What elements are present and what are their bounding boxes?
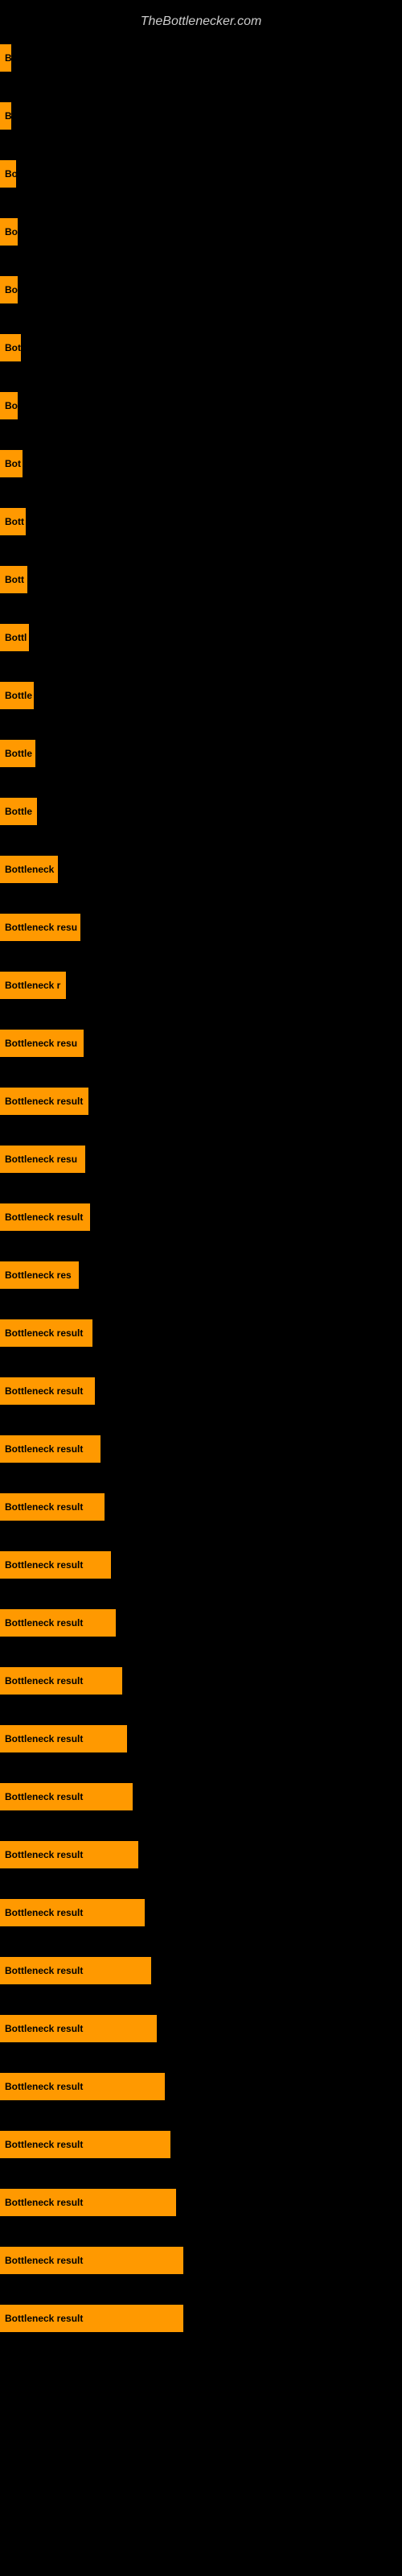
bar-label: Bottleneck result <box>0 1493 105 1521</box>
bar-row: Bottleneck resu <box>0 1142 402 1176</box>
bar-row: Bottleneck result <box>0 1432 402 1466</box>
bar-label: Bottl <box>0 624 29 651</box>
bar-row: Bottl <box>0 621 402 654</box>
bar-label: Bot <box>0 334 21 361</box>
bar-label: Bottleneck result <box>0 1783 133 1810</box>
bar-row: Bottle <box>0 795 402 828</box>
bar-row: Bottleneck result <box>0 2070 402 2103</box>
bar-label: Bottleneck result <box>0 2131 170 2158</box>
bars-container: B B Bo Bo Bo Bot Bo Bot Bott Bott Bottl Bottle Bottl… <box>0 41 402 2335</box>
bar-label: Bottleneck result <box>0 2073 165 2100</box>
bar-row: Bottleneck result <box>0 1722 402 1756</box>
bar-label: Bo <box>0 392 18 419</box>
bar-row: Bottleneck result <box>0 1490 402 1524</box>
bar-label: B <box>0 44 11 72</box>
bar-row: Bo <box>0 215 402 249</box>
bar-row: Bottleneck resu <box>0 1026 402 1060</box>
bar-row: Bottleneck result <box>0 1606 402 1640</box>
bar-label: Bottle <box>0 740 35 767</box>
bar-row: Bottleneck result <box>0 2244 402 2277</box>
bar-row: Bottleneck result <box>0 1838 402 1872</box>
bar-label: Bo <box>0 276 18 303</box>
bar-row: Bottleneck result <box>0 1954 402 1988</box>
bar-label: Bottleneck result <box>0 1841 138 1868</box>
bar-label: Bottleneck result <box>0 1435 100 1463</box>
bar-label: Bottleneck <box>0 856 58 883</box>
bar-label: Bottleneck result <box>0 1667 122 1695</box>
bar-row: Bottleneck <box>0 852 402 886</box>
bar-label: Bottleneck result <box>0 1551 111 1579</box>
bar-row: Bottleneck result <box>0 2186 402 2219</box>
bar-label: Bott <box>0 508 26 535</box>
bar-row: Bo <box>0 389 402 423</box>
bar-label: Bottleneck result <box>0 2247 183 2274</box>
bar-row: Bott <box>0 563 402 597</box>
bar-label: Bottleneck r <box>0 972 66 999</box>
bar-row: Bottleneck result <box>0 1316 402 1350</box>
bar-label: Bottleneck resu <box>0 1030 84 1057</box>
bar-row: Bottleneck resu <box>0 910 402 944</box>
bar-label: Bo <box>0 160 16 188</box>
bar-label: Bottle <box>0 682 34 709</box>
bar-label: Bottleneck result <box>0 1319 92 1347</box>
bar-row: Bott <box>0 505 402 539</box>
bar-row: Bot <box>0 331 402 365</box>
bar-row: Bottleneck result <box>0 2128 402 2161</box>
bar-row: Bo <box>0 157 402 191</box>
bar-row: Bottleneck result <box>0 2012 402 2046</box>
bar-label: Bottleneck result <box>0 1203 90 1231</box>
bar-row: Bottleneck result <box>0 2301 402 2335</box>
bar-label: Bottleneck resu <box>0 1146 85 1173</box>
bar-label: Bottle <box>0 798 37 825</box>
bar-label: Bottleneck result <box>0 2305 183 2332</box>
bar-label: Bottleneck result <box>0 1609 116 1637</box>
bar-label: Bot <box>0 450 23 477</box>
bar-label: Bottleneck resu <box>0 914 80 941</box>
bar-row: Bottleneck result <box>0 1664 402 1698</box>
page-container: TheBottlenecker.com B B Bo Bo Bo Bot Bo Bot Bott… <box>0 0 402 2576</box>
bar-label: Bottleneck result <box>0 1899 145 1926</box>
bar-label: Bottleneck result <box>0 1377 95 1405</box>
bar-label: Bottleneck result <box>0 1957 151 1984</box>
bar-row: Bottleneck result <box>0 1200 402 1234</box>
bar-row: Bottleneck res <box>0 1258 402 1292</box>
bar-row: Bottleneck result <box>0 1084 402 1118</box>
bar-label: Bottleneck result <box>0 2189 176 2216</box>
bar-row: Bo <box>0 273 402 307</box>
bar-row: Bottleneck result <box>0 1374 402 1408</box>
bar-label: Bo <box>0 218 18 246</box>
bar-label: Bottleneck result <box>0 1088 88 1115</box>
bar-row: Bottle <box>0 679 402 712</box>
site-title: TheBottlenecker.com <box>0 8 402 41</box>
bar-row: Bottleneck result <box>0 1896 402 1930</box>
bar-label: Bott <box>0 566 27 593</box>
bar-row: Bottleneck result <box>0 1780 402 1814</box>
bar-label: Bottleneck res <box>0 1261 79 1289</box>
bar-label: Bottleneck result <box>0 2015 157 2042</box>
bar-row: B <box>0 99 402 133</box>
bar-row: Bot <box>0 447 402 481</box>
bar-row: Bottleneck result <box>0 1548 402 1582</box>
bar-row: Bottle <box>0 737 402 770</box>
bar-label: Bottleneck result <box>0 1725 127 1752</box>
bar-label: B <box>0 102 11 130</box>
bar-row: B <box>0 41 402 75</box>
bar-row: Bottleneck r <box>0 968 402 1002</box>
